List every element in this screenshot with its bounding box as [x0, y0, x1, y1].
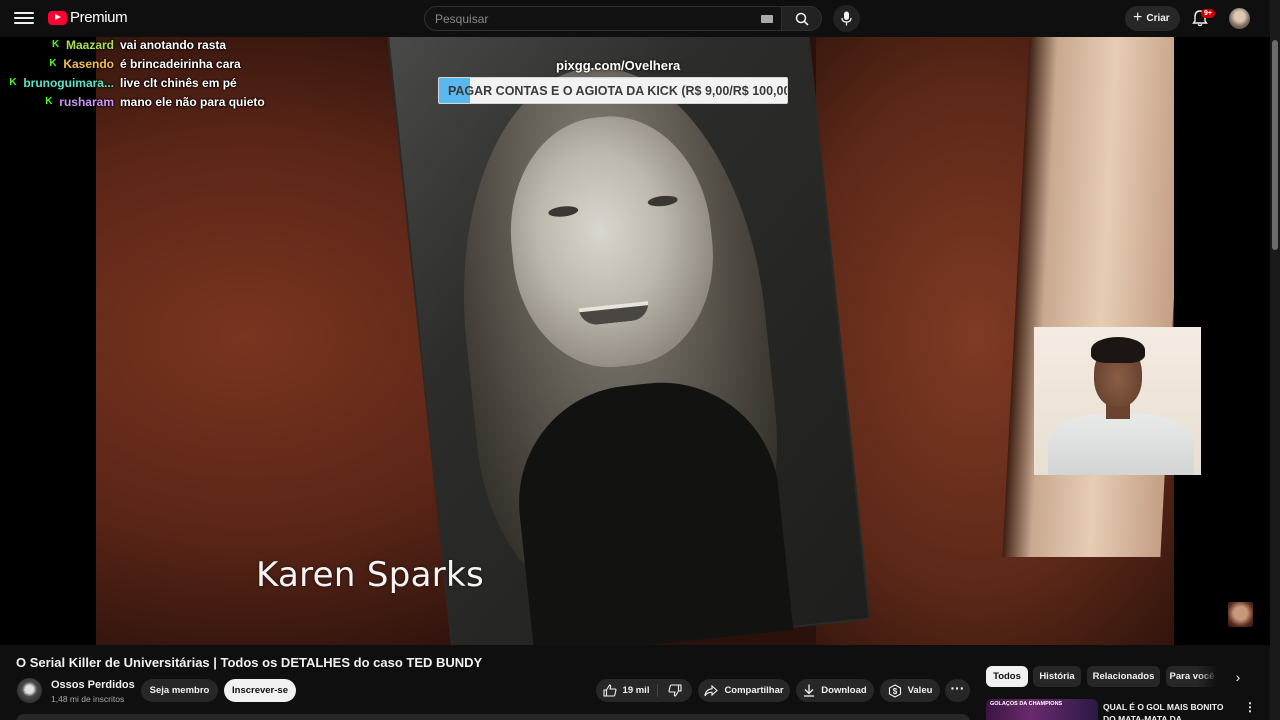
chip-for-you[interactable]: Para você — [1166, 666, 1218, 687]
chat-message-text: mano ele não para quieto — [120, 95, 265, 109]
video-name-caption: Karen Sparks — [256, 555, 485, 595]
subscriber-count: 1,48 mi de inscritos — [51, 694, 125, 704]
top-bar: Premium + Criar 9+ — [0, 0, 1280, 37]
donation-goal-bar: PAGAR CONTAS E O AGIOTA DA KICK (R$ 9,00… — [438, 77, 788, 104]
portrait-photo — [386, 37, 871, 645]
create-button[interactable]: + Criar — [1125, 6, 1180, 31]
search-button[interactable] — [782, 6, 822, 31]
channel-avatar[interactable]: ☠ — [17, 678, 42, 703]
svg-text:$: $ — [892, 687, 897, 696]
voice-search-button[interactable] — [833, 5, 860, 32]
pix-url: pixgg.com/Ovelhera — [556, 58, 681, 73]
kick-badge-icon: K — [49, 58, 57, 69]
youtube-play-icon — [48, 10, 67, 25]
thumbnail-text: GOLAÇOS DA CHAMPIONS — [990, 701, 1063, 707]
like-dislike-group: 19 mil — [596, 679, 692, 702]
video-title: O Serial Killer de Universitárias | Todo… — [16, 655, 483, 670]
subscribe-button[interactable]: Inscrever-se — [224, 679, 296, 702]
like-count: 19 mil — [622, 685, 650, 696]
paper-strip — [1002, 37, 1174, 557]
search-input[interactable] — [425, 7, 745, 30]
join-member-label: Seja membro — [149, 685, 210, 696]
youtube-premium-logo[interactable]: Premium — [48, 9, 128, 26]
share-button[interactable]: Compartilhar — [698, 679, 790, 702]
chip-related-label: Relacionados — [1092, 671, 1155, 682]
channel-name[interactable]: Ossos Perdidos — [51, 679, 135, 691]
description-box[interactable] — [16, 714, 970, 720]
notifications-badge: 9+ — [1201, 9, 1215, 18]
chip-for-you-label: Para você — [1169, 671, 1215, 682]
chevron-right-icon[interactable]: › — [1228, 667, 1248, 687]
plus-icon: + — [1133, 8, 1143, 26]
chip-all[interactable]: Todos — [986, 666, 1028, 687]
chat-message-text: vai anotando rasta — [120, 38, 227, 52]
chat-message: Maazard Kvai anotando rasta — [0, 38, 300, 54]
skull-icon: ☠ — [23, 683, 34, 697]
chat-username[interactable]: Maazard — [66, 38, 114, 52]
chat-message: Kasendo Ké brincadeirinha cara — [0, 57, 300, 73]
chat-username[interactable]: brunoguimara... — [23, 76, 114, 90]
video-player[interactable]: Karen Sparks — [0, 37, 1270, 645]
thanks-label: Valeu — [907, 685, 933, 696]
download-button[interactable]: Download — [796, 679, 874, 702]
keyboard-icon[interactable] — [761, 15, 773, 23]
chip-all-label: Todos — [993, 671, 1021, 682]
chip-history-label: História — [1039, 671, 1075, 682]
scrollbar-thumb[interactable] — [1272, 40, 1278, 250]
chat-message: brunoguimara... Klive clt chinês em pé — [0, 76, 300, 92]
chip-history[interactable]: História — [1033, 666, 1081, 687]
download-label: Download — [821, 685, 867, 696]
chip-related[interactable]: Relacionados — [1087, 666, 1160, 687]
microphone-icon — [841, 11, 852, 26]
search-icon — [795, 12, 809, 26]
thumbs-up-icon — [602, 684, 617, 697]
kick-badge-icon: K — [9, 77, 17, 88]
dislike-button[interactable] — [658, 679, 692, 702]
youtube-watch-page: Karen Sparks ele é no maximo um jehfreyd… — [0, 0, 1280, 720]
video-frame: Karen Sparks — [96, 37, 1174, 645]
recommended-video-thumbnail[interactable]: GOLAÇOS DA CHAMPIONS — [986, 699, 1098, 720]
share-label: Compartilhar — [724, 685, 784, 696]
subscribe-label: Inscrever-se — [232, 685, 288, 696]
like-button[interactable]: 19 mil — [596, 679, 656, 702]
create-label: Criar — [1146, 13, 1170, 24]
share-icon — [704, 684, 719, 696]
logo-text: Premium — [70, 9, 128, 26]
chat-message-text: live clt chinês em pé — [120, 76, 237, 90]
streamer-mini-avatar[interactable] — [1228, 602, 1253, 627]
kick-badge-icon: K — [51, 39, 60, 50]
chat-username[interactable]: rusharam — [59, 95, 114, 109]
hamburger-menu-icon[interactable] — [14, 9, 34, 27]
streamer-webcam — [1034, 327, 1201, 475]
search-box[interactable] — [424, 6, 782, 31]
donation-goal-text: PAGAR CONTAS E O AGIOTA DA KICK (R$ 9,00… — [448, 84, 788, 98]
kick-badge-icon: K — [45, 96, 53, 107]
thumbs-down-icon — [668, 684, 682, 697]
chat-username[interactable]: Kasendo — [63, 57, 114, 71]
super-thanks-icon: $ — [888, 683, 901, 698]
chat-message-text: é brincadeirinha cara — [120, 57, 241, 71]
recommended-video-title[interactable]: QUAL É O GOL MAIS BONITO DO MATA-MATA DA — [1103, 701, 1233, 720]
more-actions-icon[interactable]: ··· — [945, 679, 970, 702]
chat-message: rusharam Kmano ele não para quieto — [0, 95, 300, 111]
account-avatar[interactable] — [1229, 8, 1250, 29]
more-vertical-icon[interactable]: ⋮ — [1244, 700, 1256, 714]
download-icon — [804, 684, 815, 697]
join-member-button[interactable]: Seja membro — [141, 679, 218, 702]
thanks-button[interactable]: $ Valeu — [880, 679, 940, 702]
page-scrollbar[interactable] — [1270, 0, 1280, 720]
webcam-body — [1048, 413, 1194, 475]
